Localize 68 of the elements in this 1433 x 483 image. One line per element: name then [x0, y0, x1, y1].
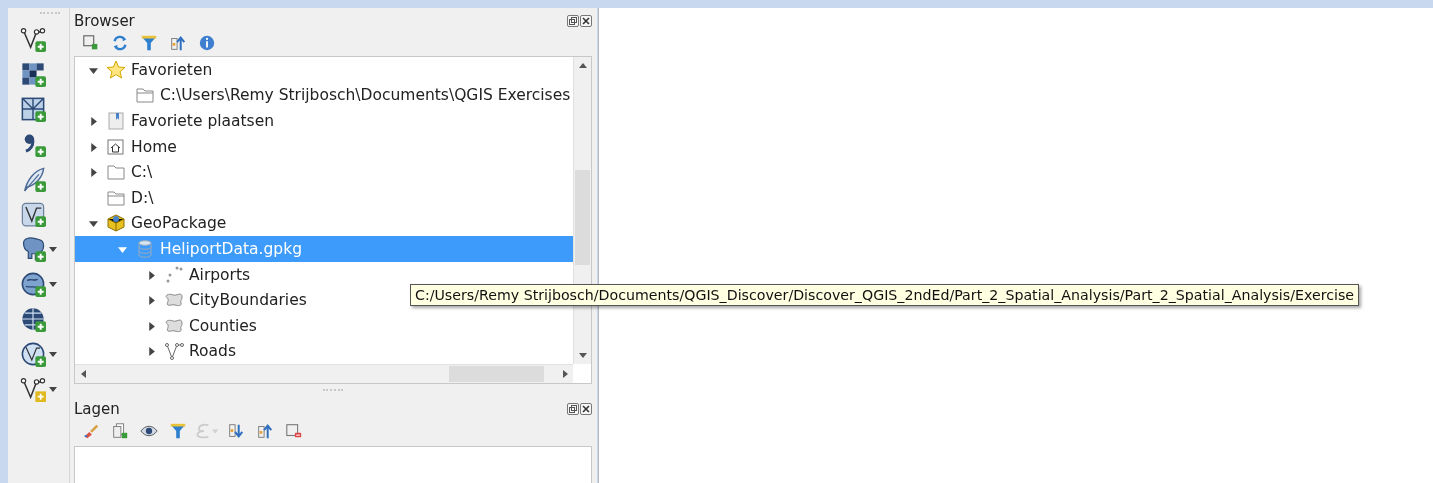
caret-icon — [578, 351, 587, 359]
line-icon — [164, 341, 184, 362]
tree-item[interactable]: Roads — [75, 338, 573, 364]
collapse-icon — [169, 34, 187, 52]
folder-icon — [106, 162, 126, 183]
caret-icon — [49, 279, 57, 288]
globe-icon — [20, 270, 46, 297]
tree-item[interactable]: C:\ — [75, 159, 573, 185]
caret-icon — [560, 370, 569, 378]
caret-icon — [88, 219, 98, 229]
tree-item[interactable]: Counties — [75, 312, 573, 339]
close-button[interactable] — [580, 15, 592, 27]
caret-icon — [146, 270, 156, 280]
tree-item[interactable]: Home — [75, 133, 573, 160]
caret-icon — [578, 62, 587, 70]
points-icon — [164, 264, 184, 285]
tree-item[interactable]: GeoPackage — [75, 210, 573, 237]
new-layer-icon — [20, 375, 46, 402]
virtual-layer-icon — [20, 200, 46, 227]
scrollbar[interactable] — [75, 364, 573, 383]
filter-icon — [140, 34, 158, 52]
folder-icon — [135, 85, 155, 106]
caret-icon — [88, 168, 98, 178]
elephant-icon — [20, 235, 46, 262]
remove-layer-icon — [285, 422, 303, 440]
caret-icon — [79, 370, 88, 378]
float-button[interactable] — [567, 403, 579, 415]
caret-icon — [211, 427, 218, 435]
home-icon — [106, 136, 126, 157]
add-icon — [82, 34, 100, 52]
caret-icon — [49, 384, 57, 393]
refresh-icon — [111, 34, 129, 52]
scrollbar-thumb[interactable] — [575, 170, 590, 265]
tree-item[interactable]: Favorieten — [75, 57, 573, 83]
database-icon — [135, 238, 155, 259]
raster-layer-icon — [20, 60, 46, 87]
expand-icon — [227, 422, 245, 440]
caret-icon — [146, 347, 156, 357]
vector-layer-icon — [20, 25, 46, 52]
mesh-layer-icon — [20, 95, 46, 122]
close-button[interactable] — [580, 403, 592, 415]
paintbrush-icon — [82, 422, 100, 440]
info-icon — [198, 34, 216, 52]
caret-icon — [49, 349, 57, 358]
tooltip: C:/Users/Remy Strijbosch/Documents/QGIS_Discover/Discover_QGIS_2ndEd/Part_2_Spatial_Analysis/Part_2_Spatial_Analysis/Exercise — [410, 284, 1359, 306]
panel-title: Lagen — [74, 400, 120, 418]
tree-item[interactable]: C:\Users\Remy Strijbosch\Documents\QGIS Exercises — [75, 82, 573, 109]
epsilon-icon — [196, 422, 211, 440]
caret-icon — [88, 142, 98, 152]
scrollbar-thumb[interactable] — [449, 366, 544, 382]
star-icon — [106, 59, 126, 80]
add-group-icon — [111, 422, 129, 440]
bookmark-icon — [106, 111, 126, 131]
collapse-icon — [256, 422, 274, 440]
caret-icon — [88, 65, 98, 75]
globe-icon — [20, 305, 46, 332]
tree-item[interactable]: Favoriete plaatsen — [75, 108, 573, 134]
caret-icon — [146, 321, 156, 331]
float-button[interactable] — [567, 15, 579, 27]
tree-item[interactable]: D:\ — [75, 184, 573, 211]
caret-icon — [49, 244, 57, 253]
package-icon — [106, 213, 126, 234]
caret-icon — [117, 244, 127, 254]
panel-title: Browser — [74, 12, 135, 30]
caret-icon — [88, 117, 98, 126]
globe-icon — [20, 340, 46, 367]
filter-icon — [169, 422, 187, 440]
caret-icon — [146, 296, 156, 306]
